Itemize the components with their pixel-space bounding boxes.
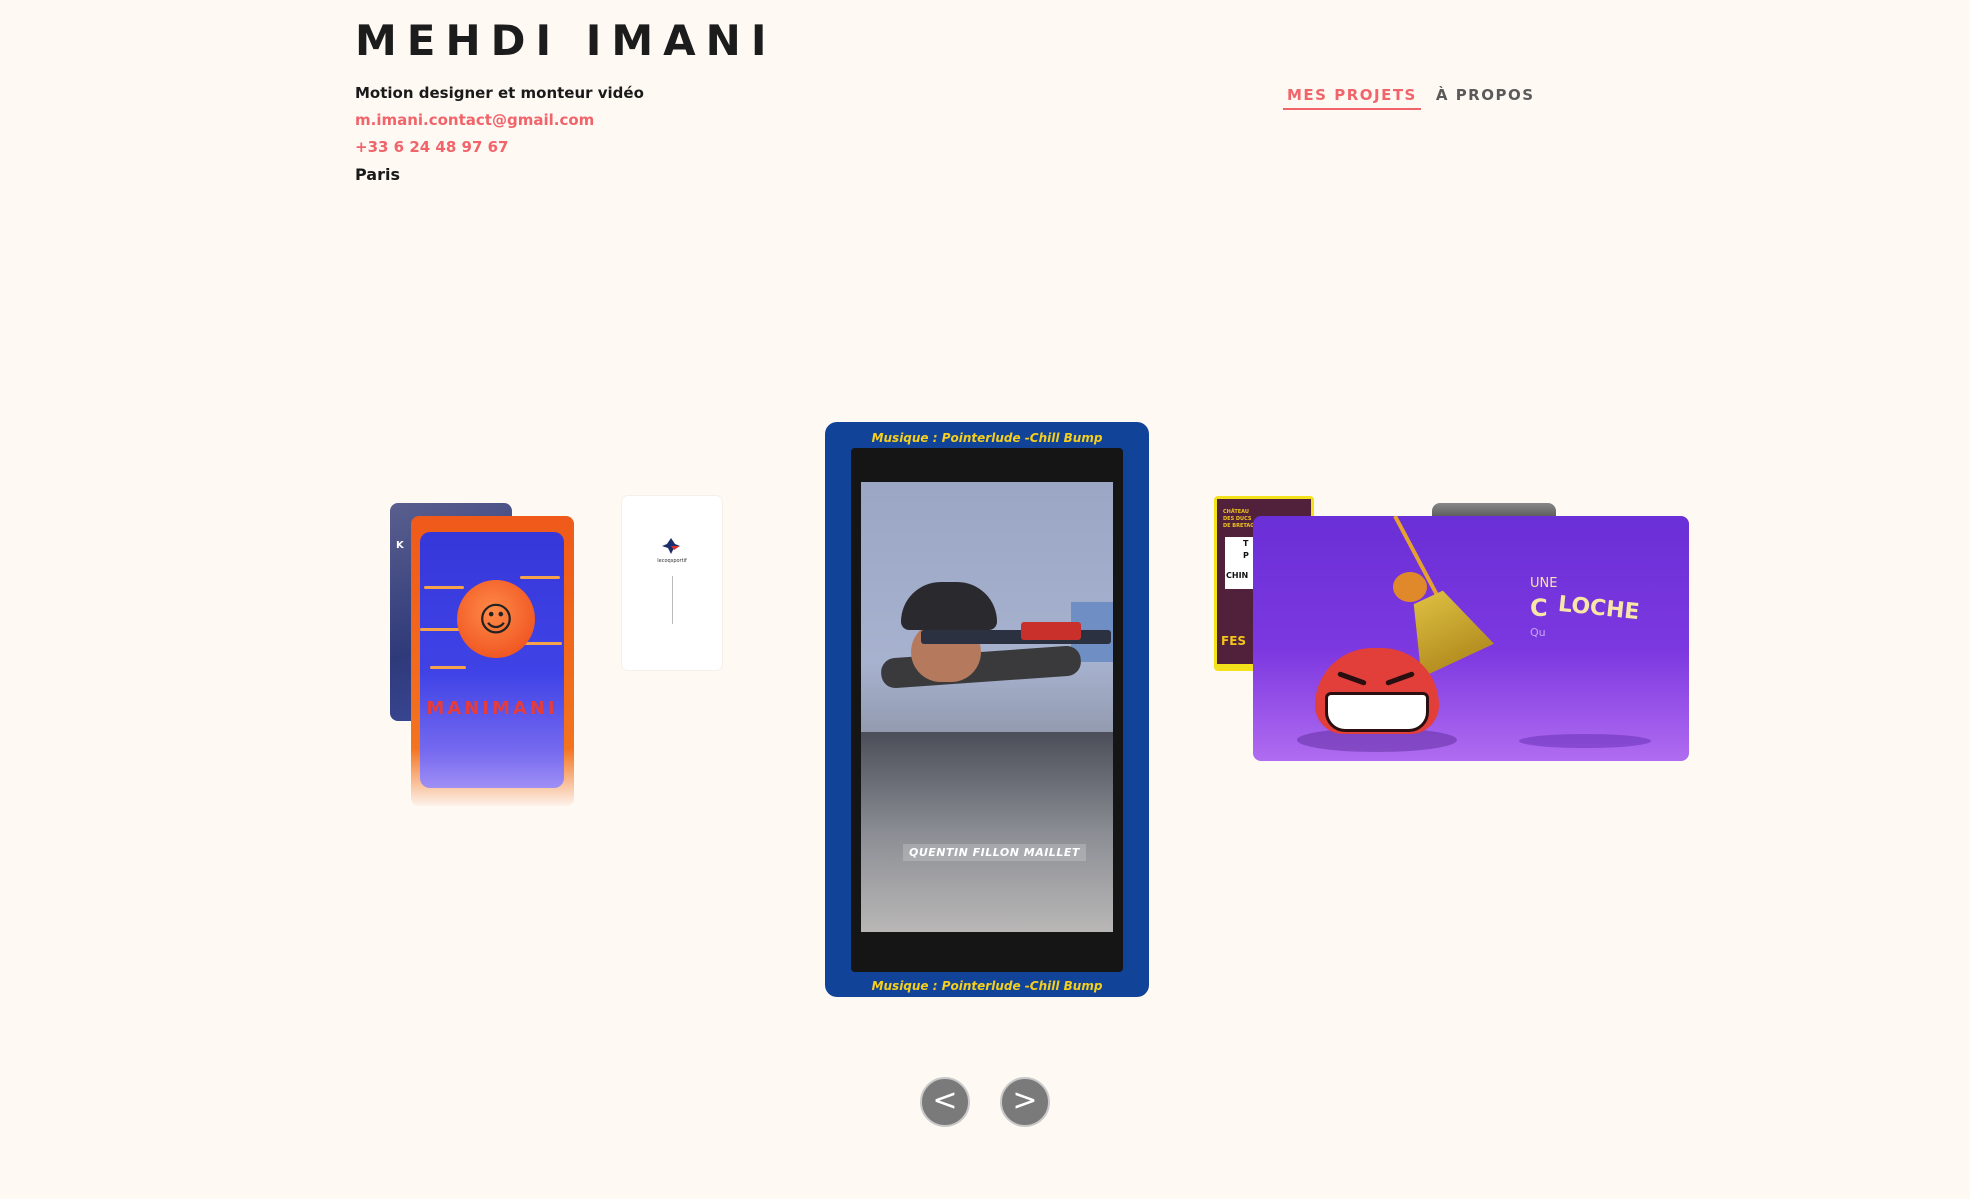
cloud-line — [520, 576, 560, 579]
helmet-shape — [901, 582, 997, 630]
brand-label: lecoqsportif — [657, 558, 687, 564]
manimani-title: MANIMANI — [426, 698, 558, 719]
divider — [672, 576, 673, 624]
angry-monster-illustration — [1297, 648, 1457, 758]
rifle-shape — [921, 630, 1111, 644]
cloud-line — [424, 586, 464, 589]
project-card-lecoqsportif[interactable]: lecoqsportif — [622, 496, 722, 670]
city-label: Paris — [355, 165, 400, 184]
site-title: MEHDI IMANI — [355, 16, 777, 65]
cloche-c: C — [1530, 594, 1548, 622]
carousel-prev-button[interactable]: < — [920, 1077, 970, 1127]
project-card-biathlon[interactable]: Musique : Pointerlude -Chill Bump QUENTI… — [825, 422, 1149, 997]
rooster-logo-icon — [662, 538, 680, 554]
festival-line: CHÂTEAU — [1223, 509, 1249, 515]
cloud-line — [430, 666, 466, 669]
back-card-text: K — [396, 540, 404, 551]
cloche-qu: Qu — [1530, 626, 1546, 639]
nav-projects[interactable]: MES PROJETS — [1283, 86, 1421, 110]
music-credit-bottom: Musique : Pointerlude -Chill Bump — [871, 979, 1103, 993]
festival-line: DES DUCS — [1223, 516, 1252, 522]
video-frame: QUENTIN FILLON MAILLET — [851, 448, 1123, 972]
site-header: MEHDI IMANI Motion designer et monteur v… — [355, 14, 776, 184]
main-nav: MES PROJETS À PROPOS — [1283, 86, 1539, 110]
nav-about[interactable]: À PROPOS — [1432, 86, 1539, 110]
smiling-sun-icon: ☺ — [457, 580, 535, 658]
site-subtitle: Motion designer et monteur vidéo — [355, 84, 644, 102]
athlete-caption: QUENTIN FILLON MAILLET — [903, 844, 1086, 861]
carousel-next-button[interactable]: > — [1000, 1077, 1050, 1127]
email-link[interactable]: m.imani.contact@gmail.com — [355, 111, 776, 129]
music-credit-top: Musique : Pointerlude -Chill Bump — [871, 431, 1103, 445]
cloche-loche: LOCHE — [1556, 591, 1641, 626]
project-card-cloche[interactable]: UNE C LOCHE Qu — [1253, 516, 1689, 761]
phone-link[interactable]: +33 6 24 48 97 67 — [355, 138, 776, 156]
manimani-artwork: ☺ MANIMANI — [420, 532, 564, 788]
athlete-photo: QUENTIN FILLON MAILLET — [861, 482, 1113, 932]
festival-bottom-text: FES — [1221, 634, 1247, 648]
cloche-une: UNE — [1530, 576, 1558, 591]
monkey-shape — [1393, 572, 1427, 602]
project-card-manimani[interactable]: ☺ MANIMANI — [411, 516, 574, 806]
